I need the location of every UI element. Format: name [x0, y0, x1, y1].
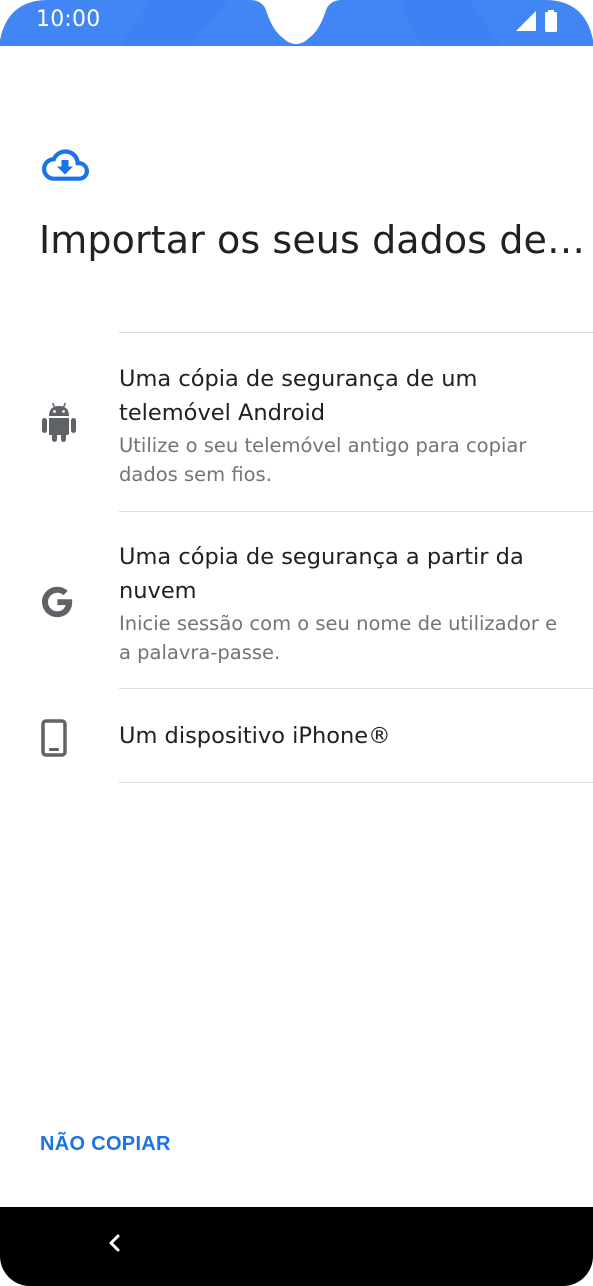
- option-android-backup[interactable]: Uma cópia de segurança de um telemóvel A…: [0, 333, 593, 511]
- option-description: Inicie sessão com o seu nome de utilizad…: [119, 612, 558, 664]
- option-title: Uma cópia de segurança a partir da nuvem: [119, 544, 524, 604]
- back-chevron-icon[interactable]: [100, 1228, 130, 1258]
- skip-copy-button[interactable]: NÃO COPIAR: [40, 1133, 171, 1156]
- option-title: Um dispositivo iPhone®: [119, 723, 391, 749]
- option-description: Utilize o seu telemóvel antigo para copi…: [119, 434, 527, 486]
- phone-icon: [41, 719, 67, 757]
- cloud-download-icon: [42, 149, 89, 181]
- option-text: Uma cópia de segurança de um telemóvel A…: [119, 362, 569, 489]
- signal-icon: [516, 11, 536, 31]
- status-bar: 10:00: [0, 0, 593, 46]
- option-cloud-backup[interactable]: Uma cópia de segurança a partir da nuvem…: [0, 512, 593, 688]
- option-title: Uma cópia de segurança de um telemóvel A…: [119, 366, 478, 426]
- android-icon: [42, 402, 76, 442]
- status-time: 10:00: [36, 7, 101, 32]
- option-text: Um dispositivo iPhone®: [119, 719, 569, 753]
- option-iphone[interactable]: Um dispositivo iPhone®: [0, 689, 593, 782]
- option-text: Uma cópia de segurança a partir da nuvem…: [119, 540, 569, 667]
- divider: [119, 782, 593, 783]
- navigation-bar: [0, 1207, 593, 1286]
- google-icon: [42, 586, 73, 618]
- status-icons: [516, 10, 557, 32]
- battery-icon: [545, 10, 557, 32]
- page-title: Importar os seus dados de…: [39, 218, 586, 262]
